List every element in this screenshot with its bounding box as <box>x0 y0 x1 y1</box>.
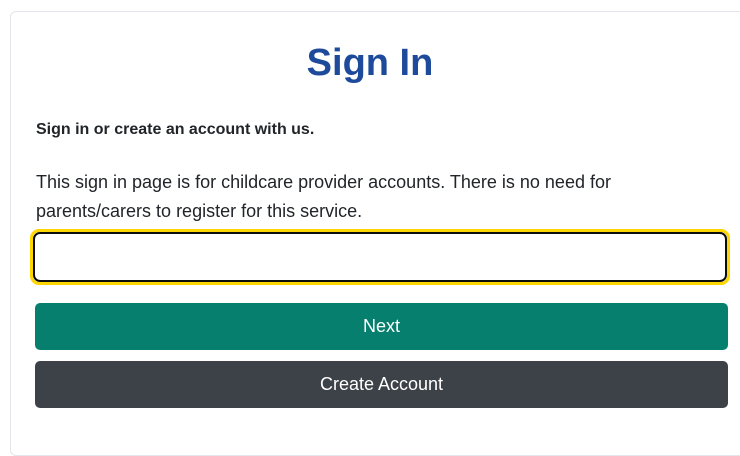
sign-in-description: This sign in page is for childcare provi… <box>36 172 611 221</box>
page-title: Sign In <box>306 42 434 84</box>
next-button[interactable]: Next <box>35 303 728 350</box>
create-account-button[interactable]: Create Account <box>35 361 728 408</box>
account-input[interactable] <box>33 232 727 282</box>
sign-in-subheading: Sign in or create an account with us. <box>36 121 315 138</box>
input-focus-ring <box>30 229 730 285</box>
